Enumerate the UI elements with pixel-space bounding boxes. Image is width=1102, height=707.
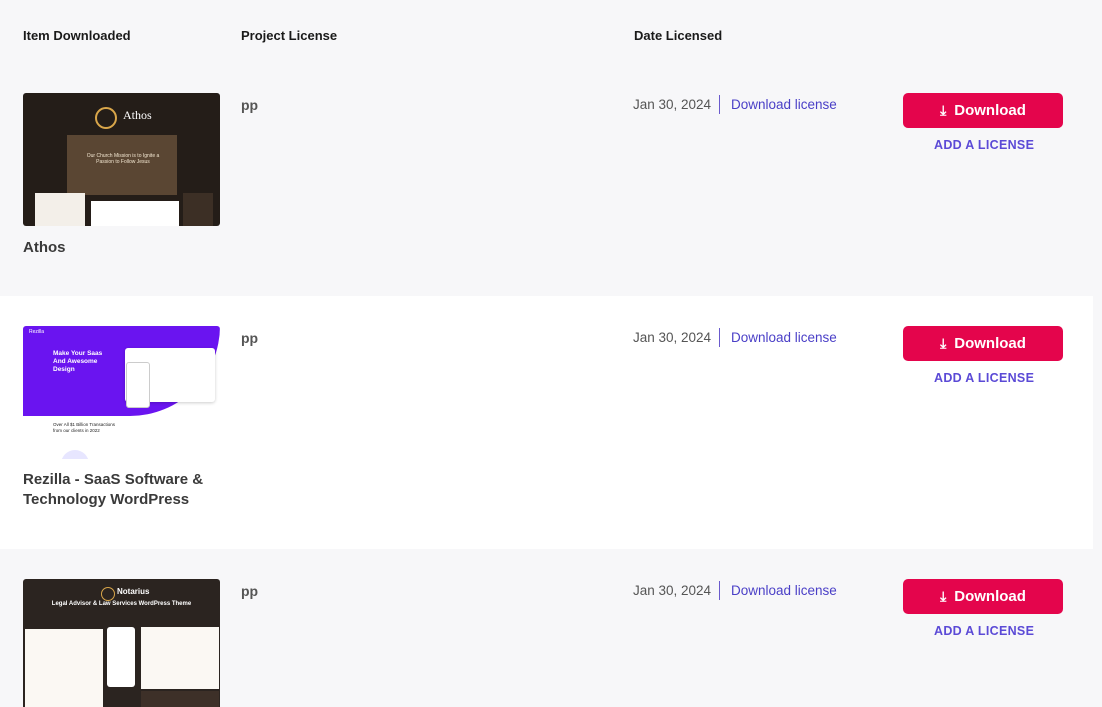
table-header: Item Downloaded Project License Date Lic… [0, 0, 1102, 68]
table-row: Notarius Legal Advisor & Law Services Wo… [0, 549, 1093, 707]
item-thumbnail[interactable]: Notarius Legal Advisor & Law Services Wo… [23, 579, 220, 707]
thumb-subtitle: Legal Advisor & Law Services WordPress T… [51, 601, 192, 607]
project-license: pp [241, 583, 259, 599]
thumb-hero [67, 135, 177, 195]
column-project-license: Project License [241, 28, 338, 43]
table-row: Rezilla Make Your Saas And Awesome Desig… [0, 296, 1093, 549]
logo-icon [95, 107, 117, 129]
project-license: pp [241, 330, 259, 346]
download-license-link[interactable]: Download license [731, 583, 837, 598]
thumb-card [183, 193, 213, 226]
download-button[interactable]: ⤓ Download [903, 326, 1063, 361]
thumb-brand: Notarius [117, 587, 150, 596]
download-license-link[interactable]: Download license [731, 330, 837, 345]
column-date-licensed: Date Licensed [634, 28, 723, 43]
thumb-stat: Over All $1 Billion Transactions from ou… [53, 422, 116, 433]
download-icon: ⤓ [940, 102, 947, 118]
thumb-brand: Athos [123, 108, 152, 122]
thumb-card [91, 201, 179, 226]
date-licensed: Jan 30, 2024 [633, 583, 712, 598]
thumb-decoration [61, 450, 89, 459]
divider [719, 581, 720, 600]
item-title[interactable]: Athos [23, 238, 223, 258]
divider [719, 328, 720, 347]
divider [719, 95, 720, 114]
thumb-card [35, 193, 85, 226]
download-icon: ⤓ [940, 335, 947, 351]
download-icon: ⤓ [940, 588, 947, 604]
thumb-phone [126, 362, 150, 408]
logo-icon [101, 587, 115, 601]
download-button[interactable]: ⤓ Download [903, 579, 1063, 614]
table-row: Athos Our Church Mission is to Ignite a … [0, 68, 1093, 296]
download-license-link[interactable]: Download license [731, 97, 837, 112]
item-title[interactable]: Rezilla - SaaS Software & Technology Wor… [23, 470, 223, 510]
add-license-link[interactable]: ADD A LICENSE [934, 371, 1034, 385]
thumb-headline: Make Your Saas And Awesome Design [53, 350, 103, 373]
thumb-brand: Rezilla [29, 329, 45, 335]
item-thumbnail[interactable]: Athos Our Church Mission is to Ignite a … [23, 93, 220, 226]
add-license-link[interactable]: ADD A LICENSE [934, 138, 1034, 152]
thumb-card [141, 691, 219, 707]
item-thumbnail[interactable]: Rezilla Make Your Saas And Awesome Desig… [23, 326, 220, 459]
thumb-phone [107, 627, 135, 687]
date-licensed: Jan 30, 2024 [633, 97, 712, 112]
column-item-downloaded: Item Downloaded [23, 28, 131, 43]
thumb-card [25, 629, 103, 707]
download-button[interactable]: ⤓ Download [903, 93, 1063, 128]
thumb-tagline: Our Church Mission is to Ignite a Passio… [86, 153, 160, 165]
add-license-link[interactable]: ADD A LICENSE [934, 624, 1034, 638]
download-button-label: Download [954, 102, 1026, 119]
date-licensed: Jan 30, 2024 [633, 330, 712, 345]
download-button-label: Download [954, 588, 1026, 605]
thumb-card [141, 627, 219, 689]
download-button-label: Download [954, 335, 1026, 352]
project-license: pp [241, 97, 259, 113]
